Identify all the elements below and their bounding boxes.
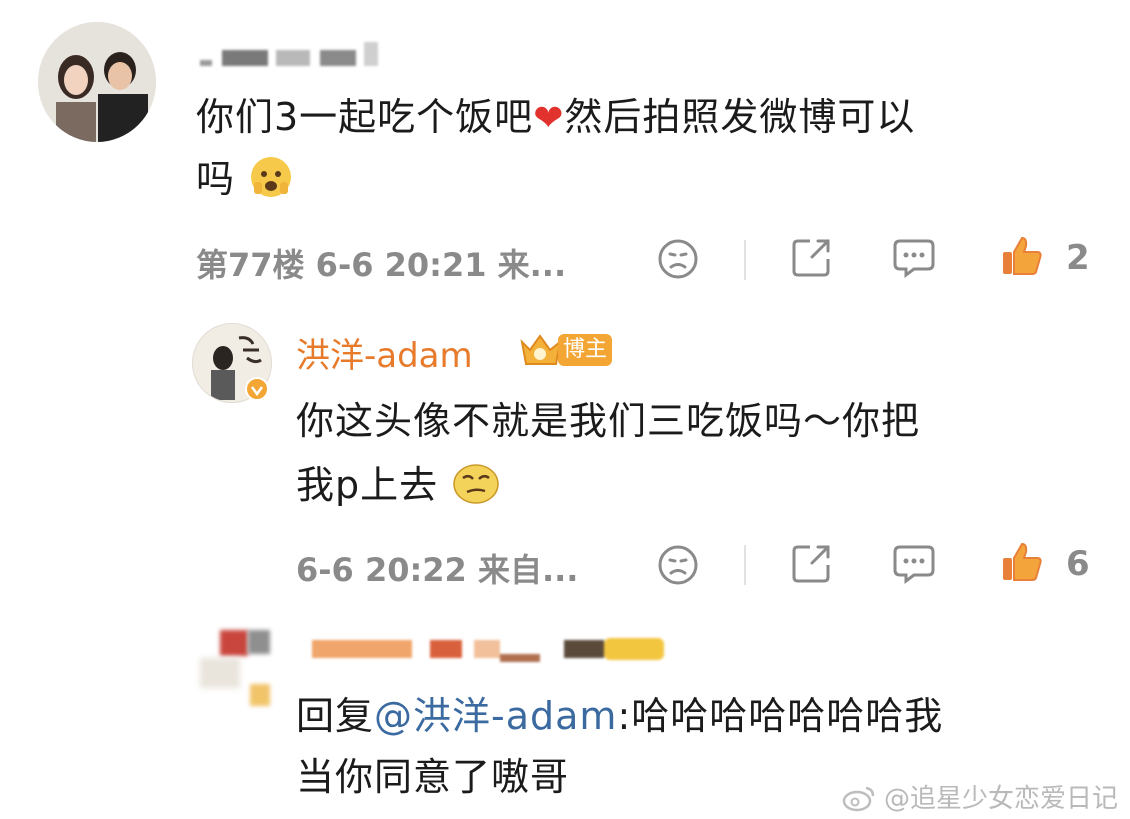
reply-meta: 6-6 20:22 来自... bbox=[296, 551, 579, 589]
dislike-icon[interactable] bbox=[656, 543, 700, 587]
share-icon[interactable] bbox=[790, 541, 834, 585]
dislike-icon[interactable] bbox=[656, 237, 700, 281]
share-icon[interactable] bbox=[790, 235, 834, 279]
verified-icon bbox=[245, 377, 269, 401]
fearful-emoji bbox=[251, 157, 292, 197]
reply-text: 你这头像不就是我们三吃饭吗～你把 bbox=[296, 399, 921, 443]
mention-link[interactable]: @洪洋-adam bbox=[374, 694, 617, 738]
divider bbox=[744, 240, 746, 280]
like-count: 2 bbox=[1066, 238, 1090, 278]
reply-text-line2: 当你同意了嗷哥 bbox=[296, 755, 570, 799]
like-count: 6 bbox=[1066, 544, 1090, 584]
reply-user-avatar-redacted[interactable] bbox=[200, 630, 272, 710]
weibo-logo-icon bbox=[842, 786, 874, 812]
username-redacted bbox=[300, 636, 672, 666]
watermark: @追星少女恋爱日记 bbox=[842, 778, 1118, 815]
comment-text: 你们3一起吃个饭吧❤然后拍照发微博可以 bbox=[196, 95, 916, 139]
comment-icon[interactable] bbox=[892, 541, 936, 585]
heart-emoji: ❤ bbox=[533, 98, 565, 139]
like-icon[interactable] bbox=[1000, 540, 1044, 584]
like-icon[interactable] bbox=[1000, 234, 1044, 278]
smirk-emoji bbox=[453, 464, 499, 504]
username-redacted bbox=[200, 42, 380, 66]
reply-text: 回复@洪洋-adam:哈哈哈哈哈哈哈我 bbox=[296, 694, 944, 738]
comment-meta: 第77楼 6-6 20:21 来... bbox=[196, 246, 567, 284]
blogger-badge: 博主 bbox=[518, 332, 614, 370]
divider bbox=[744, 545, 746, 585]
commenter-avatar[interactable] bbox=[38, 22, 156, 142]
comment-text-line2: 吗 bbox=[196, 146, 294, 212]
author-name[interactable]: 洪洋-adam bbox=[296, 328, 473, 377]
reply-text-line2: 我p上去 bbox=[296, 452, 501, 518]
comment-icon[interactable] bbox=[892, 235, 936, 279]
